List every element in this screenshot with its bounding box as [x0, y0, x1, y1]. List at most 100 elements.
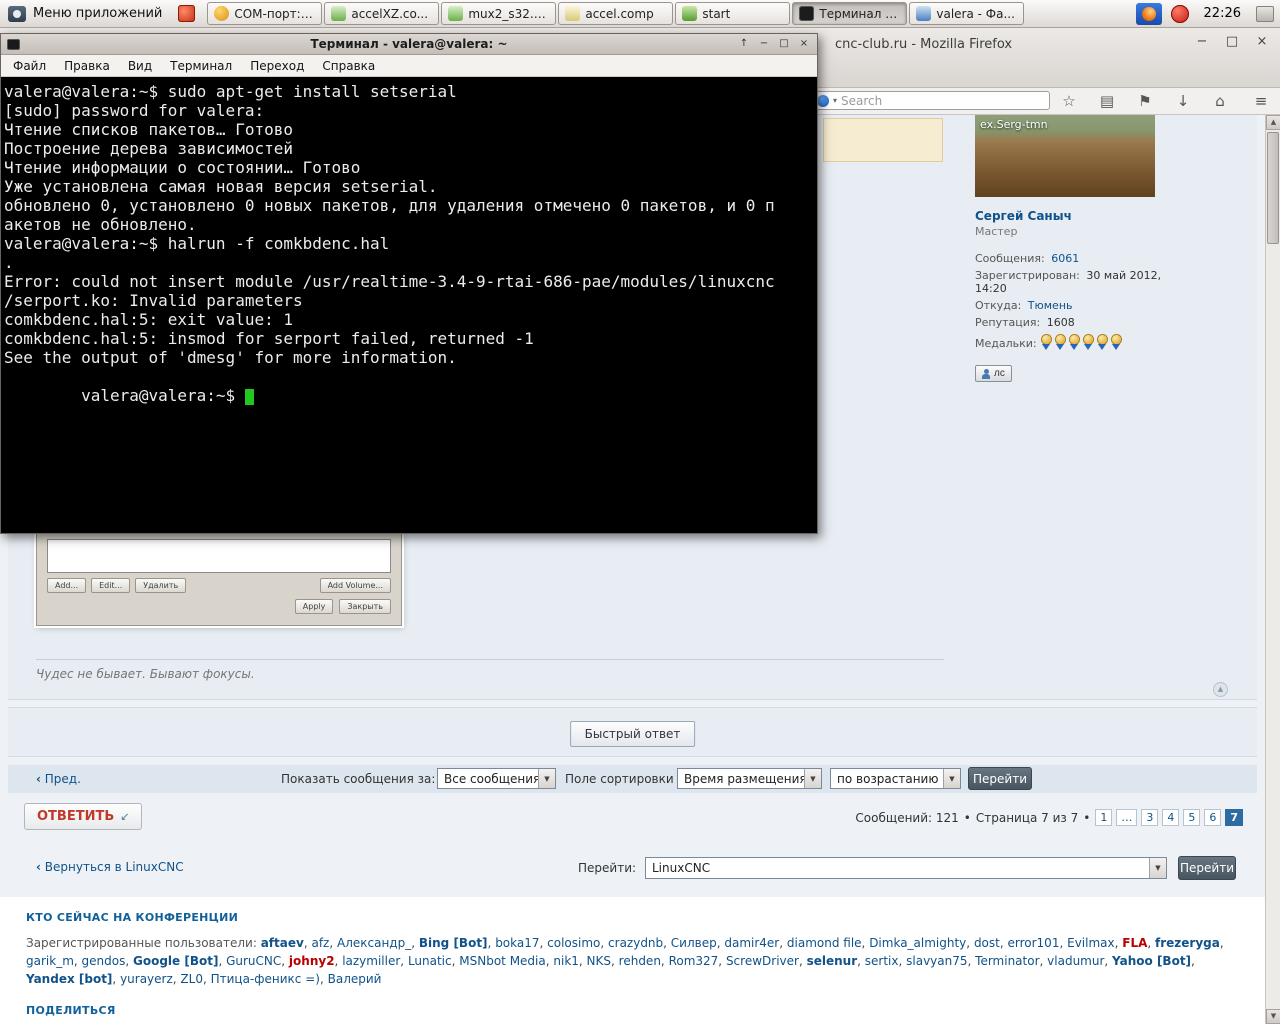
- online-user-link[interactable]: garik_m: [26, 954, 82, 968]
- online-user-link[interactable]: Александр_: [337, 936, 419, 950]
- scroll-down-button[interactable]: ▼: [1266, 1009, 1280, 1024]
- close-button[interactable]: ×: [797, 37, 811, 51]
- show-posts-select[interactable]: Все сообщения ▼: [437, 768, 556, 789]
- online-user-link[interactable]: aftaev: [261, 936, 312, 950]
- online-user-link[interactable]: nik1: [553, 954, 586, 968]
- quick-reply-button[interactable]: Быстрый ответ: [569, 721, 696, 747]
- downloads-icon[interactable]: ↓: [1172, 92, 1194, 110]
- menu-item[interactable]: Переход: [242, 57, 312, 75]
- menu-icon[interactable]: ≡: [1250, 92, 1272, 110]
- online-user-link[interactable]: crazydnb: [608, 936, 671, 950]
- online-user-link[interactable]: damir4er: [724, 936, 787, 950]
- return-to-forum-link[interactable]: ‹ Вернуться в LinuxCNC: [36, 860, 184, 874]
- online-user-link[interactable]: diamond file: [787, 936, 869, 950]
- menu-item[interactable]: Вид: [120, 57, 160, 75]
- online-user-link[interactable]: Terminator: [975, 954, 1047, 968]
- page-number-button[interactable]: 3: [1141, 809, 1159, 826]
- taskbar-window-button[interactable]: start: [675, 2, 791, 25]
- online-user-link[interactable]: Yandex [bot]: [26, 972, 120, 986]
- display-go-button[interactable]: Перейти: [968, 767, 1032, 790]
- online-user-link[interactable]: lazymiller: [342, 954, 408, 968]
- jump-to-select[interactable]: LinuxCNC ▼: [645, 857, 1167, 879]
- menu-item[interactable]: Терминал: [162, 57, 240, 75]
- online-user-link[interactable]: colosimo: [547, 936, 608, 950]
- search-input[interactable]: ▾ Search: [810, 91, 1050, 110]
- online-user-link[interactable]: Lunatic: [408, 954, 459, 968]
- scrollbar-thumb[interactable]: [1267, 132, 1279, 244]
- sort-order-select[interactable]: по возрастанию ▼: [830, 768, 961, 789]
- terminal-titlebar[interactable]: Терминал - valera@valera: ~ ↑ − □ ×: [1, 34, 817, 55]
- online-user-link[interactable]: slavyan75: [906, 954, 975, 968]
- username-link[interactable]: Сергей Саныч: [975, 209, 1185, 223]
- close-button[interactable]: ×: [1252, 33, 1272, 51]
- online-user-link[interactable]: Валерий: [328, 972, 382, 986]
- online-user-link[interactable]: boka17: [495, 936, 547, 950]
- back-to-top-button[interactable]: ▲: [1213, 682, 1228, 697]
- online-user-link[interactable]: GuruCNC: [226, 954, 289, 968]
- online-user-link[interactable]: Evilmax: [1067, 936, 1122, 950]
- online-user-link[interactable]: dost: [974, 936, 1008, 950]
- taskbar-window-button[interactable]: COM-порт: ...: [207, 2, 323, 25]
- maximize-button[interactable]: □: [777, 37, 791, 51]
- previous-page-link[interactable]: ‹ Пред.: [36, 772, 81, 786]
- menu-item[interactable]: Правка: [56, 57, 118, 75]
- screenshot-tray-icon[interactable]: [1256, 5, 1274, 22]
- applications-menu-button[interactable]: Меню приложений: [4, 2, 170, 26]
- online-user-link[interactable]: error101: [1008, 936, 1068, 950]
- taskbar-window-button[interactable]: valera - Фа...: [909, 2, 1025, 25]
- taskbar-window-button[interactable]: mux2_s32.c...: [441, 2, 557, 25]
- notification-tray-icon[interactable]: [1170, 4, 1189, 23]
- online-user-link[interactable]: ZL0: [180, 972, 210, 986]
- online-user-link[interactable]: FLA: [1122, 936, 1155, 950]
- taskbar-window-button[interactable]: accelXZ.co...: [324, 2, 440, 25]
- private-message-button[interactable]: лс: [975, 365, 1012, 382]
- terminal-output[interactable]: valera@valera:~$ sudo apt-get install se…: [1, 79, 817, 533]
- online-user-link[interactable]: vladumur: [1047, 954, 1112, 968]
- online-user-link[interactable]: afz: [311, 936, 337, 950]
- launcher-icon[interactable]: [178, 5, 196, 22]
- attachment-image[interactable]: Add... Edit... Удалить Add Volume... Apply…: [36, 530, 402, 626]
- avatar[interactable]: ex.Serg-tmn: [975, 115, 1155, 197]
- online-user-link[interactable]: Dimka_almighty: [869, 936, 974, 950]
- menu-item[interactable]: Справка: [314, 57, 383, 75]
- bookmark-star-icon[interactable]: ☆: [1058, 92, 1080, 110]
- online-user-link[interactable]: Силвер: [671, 936, 725, 950]
- page-number-button[interactable]: 5: [1183, 809, 1201, 826]
- online-user-link[interactable]: Google [Bot]: [133, 954, 226, 968]
- page-number-button[interactable]: 7: [1225, 809, 1243, 826]
- online-user-link[interactable]: sertix: [865, 954, 906, 968]
- menu-item[interactable]: Файл: [5, 57, 54, 75]
- online-user-link[interactable]: ScrewDriver: [726, 954, 807, 968]
- minimize-button[interactable]: −: [757, 37, 771, 51]
- online-user-link[interactable]: rehden: [619, 954, 669, 968]
- minimize-button[interactable]: −: [1192, 33, 1212, 51]
- search-engine-icon[interactable]: [817, 94, 829, 107]
- online-user-link[interactable]: selenur: [807, 954, 865, 968]
- page-number-button[interactable]: 1: [1095, 809, 1113, 826]
- jump-go-button[interactable]: Перейти: [1178, 856, 1236, 880]
- taskbar-window-button[interactable]: Терминал -...: [792, 2, 908, 25]
- maximize-button[interactable]: □: [1222, 33, 1242, 51]
- scrollbar[interactable]: ▲ ▼: [1265, 115, 1280, 1024]
- taskbar-window-button[interactable]: accel.comp: [558, 2, 674, 25]
- online-user-link[interactable]: Rom327: [669, 954, 726, 968]
- online-user-link[interactable]: frezeryga: [1155, 936, 1224, 950]
- online-user-link[interactable]: NKS: [587, 954, 619, 968]
- online-user-link[interactable]: gendos: [82, 954, 133, 968]
- page-number-button[interactable]: 4: [1162, 809, 1180, 826]
- shade-button[interactable]: ↑: [737, 37, 751, 51]
- page-number-button[interactable]: …: [1116, 809, 1138, 826]
- online-user-link[interactable]: MSNbot Media: [459, 954, 553, 968]
- online-user-link[interactable]: yurayerz: [120, 972, 180, 986]
- bookmarks-icon[interactable]: ⚑: [1134, 92, 1156, 110]
- sort-field-select[interactable]: Время размещения ▼: [677, 768, 822, 789]
- online-user-link[interactable]: Bing [Bot]: [419, 936, 495, 950]
- online-user-link[interactable]: johny2: [289, 954, 342, 968]
- online-user-link[interactable]: Птица-феникс =): [211, 972, 328, 986]
- firefox-tray-icon[interactable]: [1135, 2, 1162, 25]
- reply-button[interactable]: ОТВЕТИТЬ ↙: [24, 803, 143, 830]
- library-icon[interactable]: ▤: [1096, 92, 1118, 110]
- scroll-up-button[interactable]: ▲: [1266, 115, 1280, 130]
- online-user-link[interactable]: Yahoo [Bot]: [1112, 954, 1195, 968]
- home-icon[interactable]: ⌂: [1209, 92, 1231, 110]
